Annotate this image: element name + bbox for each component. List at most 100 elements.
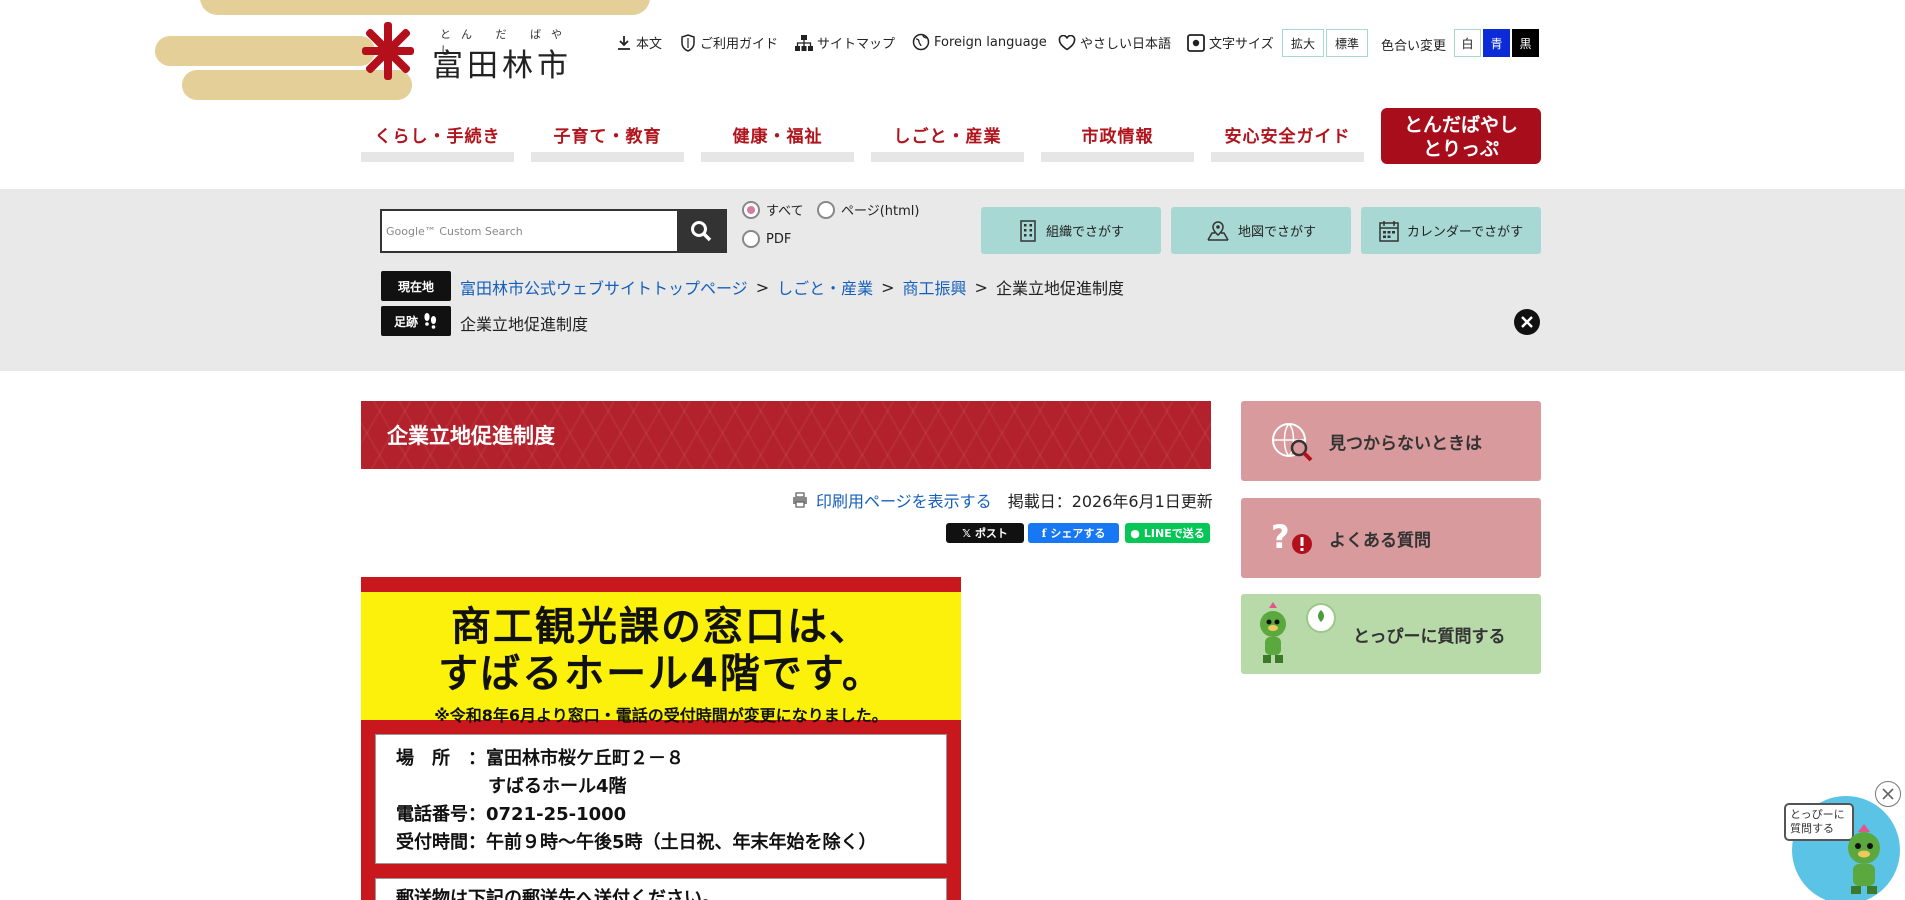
close-icon [1882,788,1894,800]
search-icon [691,221,712,242]
text-size-normal-button[interactable]: 標準 [1326,29,1368,57]
notice-line2: すばるホール4階です。 [438,651,884,697]
site-search: Google™ Custom Search [380,209,727,253]
text-size-label: 文字サイズ [1187,33,1274,52]
radio-all[interactable]: すべて [742,200,804,219]
x-post-button[interactable]: 𝕏 ポスト [946,523,1024,543]
chatbot-widget[interactable]: とっぴーに 質問する [1784,788,1900,900]
nav-item-safety[interactable]: 安心安全ガイド [1211,122,1364,162]
svg-text:?: ? [1271,518,1290,556]
notice-mail: 郵送物は下記の郵送先へ送付ください。 [396,888,720,900]
find-calendar-label: カレンダーでさがす [1406,225,1524,240]
faq-label: よくある質問 [1329,530,1431,551]
not-found-button[interactable]: 見つからないときは [1241,401,1541,481]
easy-japanese-link[interactable]: やさしい日本語 [1058,33,1171,52]
footprints-icon [424,313,437,329]
site-logo[interactable]: とん だ ばやし 富田林市 [362,22,592,84]
x-post-label: ポスト [974,527,1008,540]
ask-tonpy-button[interactable]: とっぴーに質問する [1241,594,1541,674]
radio-pdf[interactable]: PDF [742,230,791,248]
breadcrumb-link-work[interactable]: しごと・産業 [777,275,873,299]
nav-item-living[interactable]: くらし・手続き [361,122,514,162]
facebook-share-button[interactable]: f シェアする [1028,523,1119,543]
nav-item-health[interactable]: 健康・福祉 [701,122,854,162]
text-size-text: 文字サイズ [1209,37,1274,52]
globe-icon [912,33,930,51]
nav-underline [1211,152,1364,162]
line-share-label: LINEで送る [1143,527,1205,540]
heart-icon [1058,34,1076,50]
chatbot-close-button[interactable] [1875,781,1901,807]
text-size-large-button[interactable]: 拡大 [1282,29,1324,57]
x-logo-icon: 𝕏 [962,526,971,540]
nav-underline [701,152,854,162]
color-black-button[interactable]: 黒 [1512,29,1539,57]
notice-info-box: 場 所 ：富田林市桜ケ丘町２－８ すばるホール4階 電話番号：0721-25-1… [375,734,947,864]
nav-label: くらし・手続き [374,127,501,147]
tondabayashi-trip-button[interactable]: とんだばやし とりっぷ [1381,108,1541,164]
find-by-calendar-button[interactable]: カレンダーでさがす [1361,207,1541,254]
nav-label: 市政情報 [1081,127,1154,147]
building-icon [1020,219,1036,242]
search-input[interactable]: Google™ Custom Search [382,211,677,251]
notice-phone: 電話番号：0721-25-1000 [396,804,627,825]
breadcrumb-link-commerce[interactable]: 商工振興 [903,275,967,299]
breadcrumb-separator: > [881,277,895,297]
tonpy-mascot-icon [1260,602,1336,663]
notice-mail-box: 郵送物は下記の郵送先へ送付ください。 [375,878,947,900]
special-line2: とりっぷ [1422,138,1499,160]
radio-circle [817,200,835,219]
find-map-label: 地図でさがす [1237,225,1316,240]
breadcrumb-separator: > [755,277,770,297]
user-guide-link[interactable]: ご利用ガイド [680,33,778,52]
nav-label: 子育て・教育 [553,127,662,147]
find-by-organization-button[interactable]: 組織でさがす [981,207,1161,254]
foreign-language-link[interactable]: Foreign language [912,33,1047,51]
not-found-label: 見つからないときは [1329,433,1482,454]
nav-item-work[interactable]: しごと・産業 [871,122,1024,162]
search-button[interactable] [677,211,725,251]
history-item[interactable]: 企業立地促進制度 [460,311,588,335]
download-arrow-icon [618,35,630,50]
print-page-link[interactable]: 印刷用ページを表示する [816,488,992,512]
page-title: 企業立地促進制度 [361,401,1211,469]
radio-html[interactable]: ページ(html) [817,200,920,219]
sitemap-icon [795,34,813,51]
text-size-icon [1187,33,1205,52]
notice-place: 場 所 ：富田林市桜ケ丘町２－８ [396,748,684,769]
breadcrumb-link-top[interactable]: 富田林市公式ウェブサイトトップページ [460,275,748,299]
skip-to-content-link[interactable]: 本文 [616,33,662,52]
publish-date: 掲載日：2026年6月1日更新 [1007,492,1213,511]
notice-line1: 商工観光課の窓口は、 [451,604,871,650]
clear-history-button[interactable] [1514,309,1540,335]
history-tag-label: 足跡 [393,314,418,329]
nav-item-city-info[interactable]: 市政情報 [1041,122,1194,162]
history-tag: 足跡 [381,306,451,336]
facebook-share-label: シェアする [1050,527,1106,540]
notice-sub: ※令和8年6月より窓口・電話の受付時間が変更になりました。 [434,706,888,725]
notice-image: 商工観光課の窓口は、 すばるホール4階です。 ※令和8年6月より窓口・電話の受付… [361,577,961,900]
line-share-button[interactable]: ● LINEで送る [1125,523,1210,543]
sitemap-link[interactable]: サイトマップ [795,33,895,52]
guide-label: ご利用ガイド [700,37,779,52]
facebook-icon: f [1041,526,1047,540]
close-icon [1521,316,1533,328]
nav-label: 健康・福祉 [732,127,823,147]
radio-all-label: すべて [766,204,804,219]
color-blue-button[interactable]: 青 [1483,29,1510,57]
faq-button[interactable]: ? よくある質問 [1241,498,1541,578]
breadcrumb-separator: > [974,277,988,297]
notice-place2: すばるホール4階 [488,776,627,797]
line-icon: ● [1130,526,1140,540]
radio-html-label: ページ(html) [841,204,920,219]
color-change-label: 色合い変更 [1381,39,1447,54]
find-by-map-button[interactable]: 地図でさがす [1171,207,1351,254]
color-white-button[interactable]: 白 [1454,29,1481,57]
tonpy-mascot-icon [1848,824,1880,894]
skip-label: 本文 [636,37,663,52]
notice-header: 商工観光課の窓口は、 すばるホール4階です。 ※令和8年6月より窓口・電話の受付… [361,592,961,725]
printer-icon [793,492,807,508]
nav-item-childcare[interactable]: 子育て・教育 [531,122,684,162]
foreign-label: Foreign language [934,34,1047,50]
nav-underline [531,152,684,162]
